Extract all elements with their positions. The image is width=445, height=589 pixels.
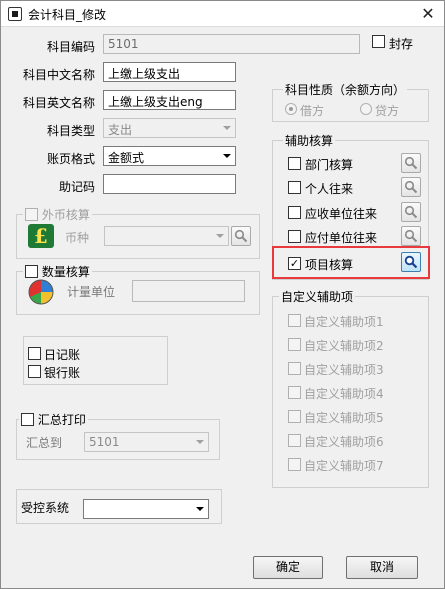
window-title: 会计科目_修改 bbox=[28, 8, 107, 22]
title-bar: 会计科目_修改 ✕ bbox=[1, 1, 444, 27]
custom-item-5-checkbox[interactable] bbox=[288, 410, 301, 423]
project-label: 项目核算 bbox=[305, 258, 354, 272]
custom-item-1-checkbox[interactable] bbox=[288, 314, 301, 327]
magnifier-icon bbox=[404, 229, 418, 243]
en-name-field[interactable]: 上缴上级支出eng bbox=[103, 90, 236, 110]
chevron-down-icon bbox=[223, 126, 231, 130]
summary-print-checkbox[interactable] bbox=[21, 413, 34, 426]
page-format-select[interactable]: 金额式 bbox=[103, 146, 236, 166]
personal-label: 个人往来 bbox=[305, 182, 354, 196]
department-lookup-button[interactable] bbox=[401, 153, 421, 173]
chevron-down-icon bbox=[223, 154, 231, 158]
receivable-checkbox[interactable] bbox=[288, 206, 301, 219]
controlled-system-select[interactable] bbox=[83, 499, 209, 519]
foreign-currency-caption: 外币核算 bbox=[23, 206, 92, 223]
summary-to-value: 5101 bbox=[89, 435, 120, 449]
cn-name-field[interactable]: 上缴上级支出 bbox=[103, 62, 236, 82]
sealed-label: 封存 bbox=[389, 37, 414, 51]
currency-select[interactable] bbox=[104, 226, 229, 246]
type-value: 支出 bbox=[108, 123, 133, 137]
auxiliary-caption: 辅助核算 bbox=[283, 132, 336, 149]
payable-checkbox[interactable] bbox=[288, 230, 301, 243]
magnifier-icon bbox=[404, 205, 418, 219]
svg-text:£: £ bbox=[34, 224, 48, 248]
magnifier-icon bbox=[404, 180, 418, 194]
page-format-value: 金额式 bbox=[108, 151, 145, 165]
cancel-button[interactable]: 取消 bbox=[346, 556, 418, 579]
debit-label: 借方 bbox=[300, 104, 325, 118]
mnemonic-field[interactable] bbox=[103, 174, 236, 194]
currency-lookup-button[interactable] bbox=[231, 226, 251, 246]
en-name-label: 科目英文名称 bbox=[22, 96, 95, 110]
magnifier-icon bbox=[404, 156, 418, 170]
account-nature-caption: 科目性质（余额方向） bbox=[283, 81, 408, 98]
credit-radio[interactable] bbox=[360, 103, 372, 115]
personal-lookup-button[interactable] bbox=[401, 177, 421, 197]
summary-print-caption: 汇总打印 bbox=[19, 411, 88, 428]
magnifier-icon bbox=[234, 229, 248, 243]
close-button[interactable]: ✕ bbox=[418, 4, 438, 24]
cn-name-label: 科目中文名称 bbox=[22, 68, 95, 82]
quantity-label: 数量核算 bbox=[41, 265, 90, 279]
bank-book-label: 银行账 bbox=[44, 366, 81, 380]
personal-checkbox[interactable] bbox=[288, 181, 301, 194]
custom-item-7-checkbox[interactable] bbox=[288, 458, 301, 471]
chevron-down-icon bbox=[216, 234, 224, 238]
summary-print-label: 汇总打印 bbox=[37, 413, 86, 427]
controlled-system-label: 受控系统 bbox=[21, 501, 70, 515]
page-format-label: 账页格式 bbox=[46, 152, 95, 166]
project-checkbox[interactable]: ✓ bbox=[288, 257, 301, 270]
code-field[interactable]: 5101 bbox=[103, 34, 360, 54]
sealed-checkbox[interactable] bbox=[372, 35, 385, 48]
custom-item-6-label: 自定义辅助项6 bbox=[304, 435, 384, 449]
receivable-lookup-button[interactable] bbox=[401, 202, 421, 222]
unit-label: 计量单位 bbox=[67, 285, 116, 299]
type-select[interactable]: 支出 bbox=[103, 118, 236, 138]
mnemonic-label: 助记码 bbox=[58, 180, 95, 194]
custom-item-7-label: 自定义辅助项7 bbox=[304, 459, 384, 473]
department-checkbox[interactable] bbox=[288, 157, 301, 170]
pound-icon: £ bbox=[28, 224, 54, 248]
custom-item-2-checkbox[interactable] bbox=[288, 338, 301, 351]
daybook-checkbox[interactable] bbox=[28, 347, 41, 360]
chevron-down-icon bbox=[196, 440, 204, 444]
foreign-currency-checkbox[interactable] bbox=[25, 208, 38, 221]
custom-item-6-checkbox[interactable] bbox=[288, 434, 301, 447]
custom-item-4-checkbox[interactable] bbox=[288, 386, 301, 399]
custom-item-3-label: 自定义辅助项3 bbox=[304, 363, 384, 377]
type-label: 科目类型 bbox=[46, 124, 95, 138]
foreign-currency-label: 外币核算 bbox=[41, 208, 90, 222]
quantity-checkbox[interactable] bbox=[25, 265, 38, 278]
code-label: 科目编码 bbox=[46, 40, 95, 54]
credit-label: 贷方 bbox=[375, 104, 400, 118]
project-lookup-button[interactable] bbox=[401, 252, 421, 272]
currency-label: 币种 bbox=[65, 231, 90, 245]
summary-to-select[interactable]: 5101 bbox=[84, 432, 209, 452]
summary-to-label: 汇总到 bbox=[26, 436, 63, 450]
department-label: 部门核算 bbox=[305, 158, 354, 172]
pie-chart-icon bbox=[28, 279, 54, 305]
payable-label: 应付单位往来 bbox=[305, 231, 378, 245]
custom-item-3-checkbox[interactable] bbox=[288, 362, 301, 375]
dialog-window: 会计科目_修改 ✕ 科目编码 5101 封存 科目中文名称 上缴上级支出 科目英… bbox=[0, 0, 445, 589]
unit-field[interactable] bbox=[132, 280, 245, 302]
custom-item-5-label: 自定义辅助项5 bbox=[304, 411, 384, 425]
custom-item-4-label: 自定义辅助项4 bbox=[304, 387, 384, 401]
debit-radio[interactable] bbox=[285, 103, 297, 115]
ok-button[interactable]: 确定 bbox=[253, 556, 323, 579]
custom-item-1-label: 自定义辅助项1 bbox=[304, 315, 384, 329]
magnifier-icon bbox=[404, 255, 418, 269]
chevron-down-icon bbox=[196, 507, 204, 511]
receivable-label: 应收单位往来 bbox=[305, 207, 378, 221]
custom-auxiliary-caption: 自定义辅助项 bbox=[279, 288, 356, 305]
custom-item-2-label: 自定义辅助项2 bbox=[304, 339, 384, 353]
app-icon bbox=[8, 7, 22, 21]
payable-lookup-button[interactable] bbox=[401, 226, 421, 246]
bank-book-checkbox[interactable] bbox=[28, 365, 41, 378]
daybook-label: 日记账 bbox=[44, 348, 81, 362]
